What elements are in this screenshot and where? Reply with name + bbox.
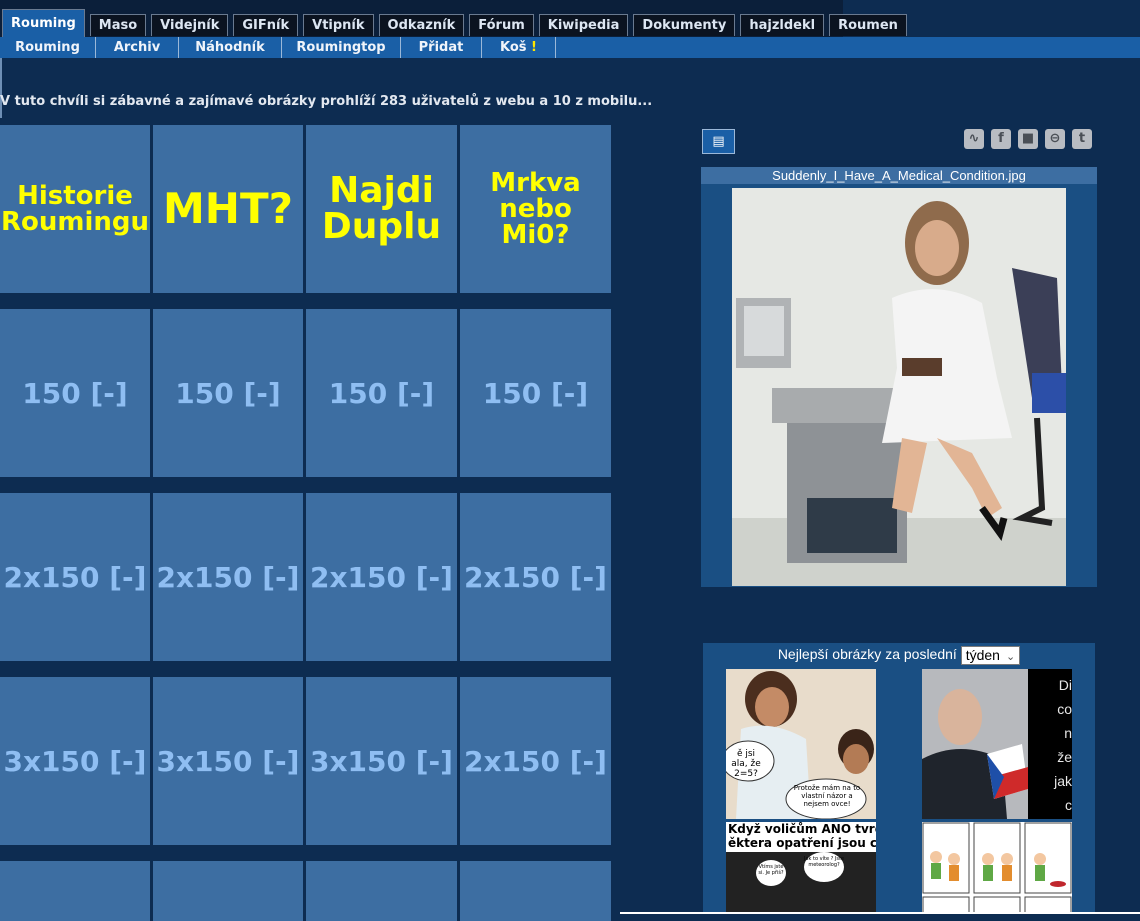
subnav-archiv[interactable]: Archiv xyxy=(96,37,179,58)
cell-label: 2x150 [-] xyxy=(464,744,607,778)
tab-gifnik[interactable]: GIFník xyxy=(233,14,299,36)
grid-cell-row5-4[interactable] xyxy=(460,861,611,921)
side-text: n xyxy=(1064,725,1072,741)
subnav-roumingtop[interactable]: Roumingtop xyxy=(282,37,401,58)
best-thumb-1[interactable]: ě jsi ala, že 2=5? Protože mám na to vla… xyxy=(726,669,876,819)
grid-cell-row5-1[interactable] xyxy=(0,861,150,921)
twitter-icon[interactable]: t xyxy=(1072,129,1092,149)
best-thumb-2[interactable]: Di co n že jak c xyxy=(922,669,1072,819)
grid-cell-2x150-5[interactable]: 2x150 [-] xyxy=(460,677,611,845)
cell-label: Historie Roumingu xyxy=(0,181,150,237)
tab-kiwipedia[interactable]: Kiwipedia xyxy=(538,14,629,36)
online-users-text: V tuto chvíli si zábavné a zajímavé obrá… xyxy=(0,94,653,109)
comic-bubble: Jak to víte ? Jste meteorolog? xyxy=(804,852,844,882)
tab-hajzldekl[interactable]: hajzldekl xyxy=(740,14,825,36)
best-images-label: Nejlepší obrázky za poslední xyxy=(777,646,957,662)
grid-cell-2x150-3[interactable]: 2x150 [-] xyxy=(306,493,457,661)
grid-cell-2x150-1[interactable]: 2x150 [-] xyxy=(0,493,150,661)
grid-cell-row5-3[interactable] xyxy=(306,861,457,921)
top-tab-bar: Rouming Maso Videjník GIFník Vtipník Odk… xyxy=(0,0,907,37)
comic-bubble: Vtíms jste si. Je přiš? xyxy=(756,860,786,886)
side-text: že xyxy=(1057,749,1072,765)
cell-label: 150 [-] xyxy=(482,376,589,410)
featured-image[interactable] xyxy=(732,188,1066,586)
best-thumb-3[interactable]: Když voličům ANO tvrdíš, že ěktera opatř… xyxy=(726,822,876,914)
left-border-line xyxy=(0,58,2,118)
grid-cell-mht[interactable]: MHT? xyxy=(153,125,303,293)
cell-label: 2x150 [-] xyxy=(464,560,607,594)
tab-dokumenty[interactable]: Dokumenty xyxy=(633,14,736,36)
grid-cell-150-3[interactable]: 150 [-] xyxy=(306,309,457,477)
grid-cell-3x150-1[interactable]: 3x150 [-] xyxy=(0,677,150,845)
subnav-kos-label: Koš xyxy=(500,40,527,55)
menu-icon: ▤ xyxy=(712,134,725,149)
thumb-drawing xyxy=(922,822,1072,914)
subnav-kos-bang: ! xyxy=(531,40,537,55)
side-text: Di xyxy=(1058,677,1072,693)
cell-label: 2x150 [-] xyxy=(310,560,453,594)
subnav-pridat[interactable]: Přidat xyxy=(401,37,482,58)
grid-cell-150-2[interactable]: 150 [-] xyxy=(153,309,303,477)
image-panel: Suddenly_I_Have_A_Medical_Condition.jpg xyxy=(701,167,1097,587)
cell-label: 3x150 [-] xyxy=(3,744,147,778)
grid-cell-2x150-2[interactable]: 2x150 [-] xyxy=(153,493,303,661)
image-filename[interactable]: Suddenly_I_Have_A_Medical_Condition.jpg xyxy=(701,167,1097,184)
side-text: c xyxy=(1065,797,1072,813)
featured-photo-drawing xyxy=(732,188,1066,586)
android-icon[interactable]: ■ xyxy=(1018,129,1038,149)
bubble-line: ala, že xyxy=(731,759,761,769)
cell-label: 2x150 [-] xyxy=(3,560,147,594)
grid-cell-150-4[interactable]: 150 [-] xyxy=(460,309,611,477)
cell-label: 150 [-] xyxy=(328,376,435,410)
grid-cell-mrkva[interactable]: Mrkva nebo Mi0? xyxy=(460,125,611,293)
tab-roumen[interactable]: Roumen xyxy=(829,14,907,36)
sub-navigation: Rouming Archiv Náhodník Roumingtop Přida… xyxy=(0,37,1140,58)
caption-line: Když voličům ANO tvrdíš, že xyxy=(728,822,876,836)
grid-cell-3x150-2[interactable]: 3x150 [-] xyxy=(153,677,303,845)
tab-forum[interactable]: Fórum xyxy=(469,14,534,36)
tab-vtipnik[interactable]: Vtipník xyxy=(303,14,374,36)
menu-button[interactable]: ▤ xyxy=(702,129,735,154)
grid-cell-2x150-4[interactable]: 2x150 [-] xyxy=(460,493,611,661)
cell-label: 3x150 [-] xyxy=(156,744,300,778)
cell-label: 150 [-] xyxy=(22,376,128,410)
bubble-line: ě jsi xyxy=(736,749,756,759)
grid-cell-row5-2[interactable] xyxy=(153,861,303,921)
subnav-nahodnik[interactable]: Náhodník xyxy=(179,37,282,58)
cell-label: 2x150 [-] xyxy=(156,560,300,594)
subnav-rouming[interactable]: Rouming xyxy=(0,37,96,58)
tab-odkaznik[interactable]: Odkazník xyxy=(378,14,465,36)
cell-label: Najdi Duplu xyxy=(321,170,442,247)
grid-cell-150-1[interactable]: 150 [-] xyxy=(0,309,150,477)
caption-line: ěktera opatření jsou chybná xyxy=(728,836,876,850)
cell-label: 3x150 [-] xyxy=(310,744,453,778)
social-icons: ∿ f ■ ⊖ t xyxy=(964,129,1099,149)
period-select[interactable]: týden ⌄ xyxy=(960,645,1021,665)
best-images-panel: Nejlepší obrázky za poslední týden ⌄ ě js… xyxy=(703,643,1095,914)
grid-cell-historie[interactable]: Historie Roumingu xyxy=(0,125,150,293)
facebook-icon[interactable]: f xyxy=(991,129,1011,149)
subnav-kos[interactable]: Koš ! xyxy=(482,37,556,58)
chevron-down-icon: ⌄ xyxy=(1005,650,1016,663)
grid-cell-3x150-3[interactable]: 3x150 [-] xyxy=(306,677,457,845)
tab-maso[interactable]: Maso xyxy=(89,14,147,36)
cell-label: 150 [-] xyxy=(175,376,281,410)
tab-list: Rouming Maso Videjník GIFník Vtipník Odk… xyxy=(2,9,912,37)
bubble-line: 2=5? xyxy=(734,769,758,779)
tab-rouming[interactable]: Rouming xyxy=(2,9,85,37)
cell-label: Mrkva nebo Mi0? xyxy=(490,168,581,250)
side-text: co xyxy=(1057,701,1072,717)
grid-cell-najdi-duplu[interactable]: Najdi Duplu xyxy=(306,125,457,293)
side-text: jak xyxy=(1054,773,1072,789)
pinterest-icon[interactable]: ⊖ xyxy=(1045,129,1065,149)
rss-icon[interactable]: ∿ xyxy=(964,129,984,149)
tab-videjnik[interactable]: Videjník xyxy=(151,14,229,36)
best-images-header: Nejlepší obrázky za poslední týden ⌄ xyxy=(703,643,1095,665)
cell-label: MHT? xyxy=(163,184,293,233)
bubble-reply: Protože mám na to vlastní názor a nejsem… xyxy=(793,784,861,808)
best-thumb-4[interactable] xyxy=(922,822,1072,914)
period-value: týden xyxy=(965,646,1000,663)
